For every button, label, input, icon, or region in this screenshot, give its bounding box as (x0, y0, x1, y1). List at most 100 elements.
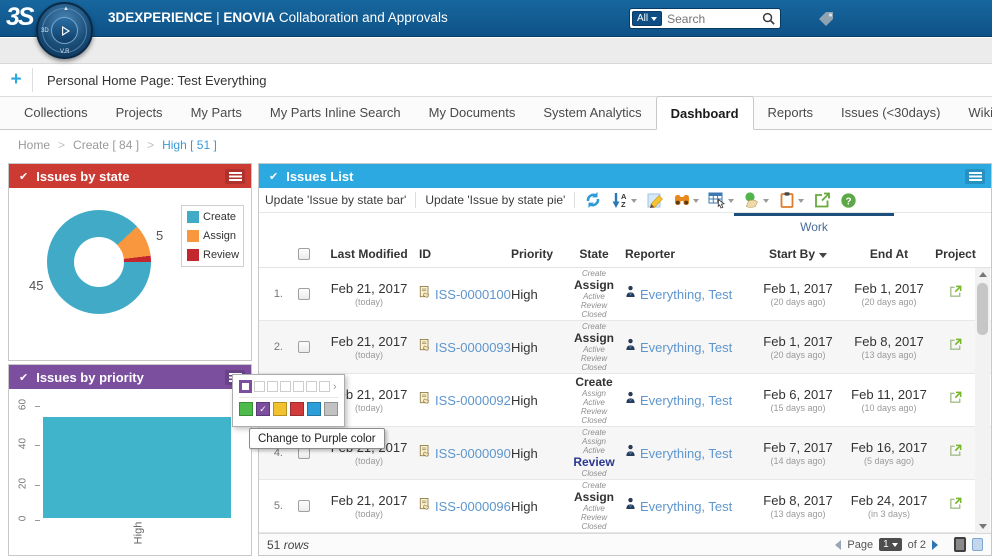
table-row[interactable]: 5.Feb 21, 2017(today)ISS-0000096HighCrea… (259, 480, 991, 533)
header-sub-strip (0, 38, 992, 64)
history-swatch-2[interactable] (267, 381, 278, 392)
reporter-link[interactable]: Everything, Test (640, 446, 732, 461)
issue-id-link[interactable]: ISS-0000096 (435, 499, 511, 514)
export-button[interactable] (813, 191, 831, 209)
history-swatch-4[interactable] (293, 381, 304, 392)
tab-work[interactable]: Work (734, 220, 894, 234)
reporter-link[interactable]: Everything, Test (640, 340, 732, 355)
color-swatch-3[interactable] (290, 402, 304, 416)
history-swatch-3[interactable] (280, 381, 291, 392)
issue-id-link[interactable]: ISS-0000092 (435, 393, 511, 408)
color-swatch-5[interactable] (324, 402, 338, 416)
tab-dashboard[interactable]: Dashboard (656, 96, 754, 130)
column-id[interactable]: ID (419, 247, 511, 261)
column-state[interactable]: State (563, 247, 625, 261)
color-swatch-0[interactable] (239, 402, 253, 416)
check-icon: ✔ (19, 371, 28, 384)
tab-system-analytics[interactable]: System Analytics (529, 96, 655, 129)
update-state-pie-button[interactable]: Update 'Issue by state pie' (425, 193, 565, 207)
open-issue-button[interactable] (948, 496, 963, 516)
table-row[interactable]: 2.Feb 21, 2017(today)ISS-0000093HighCrea… (259, 321, 991, 374)
open-issue-button[interactable] (948, 337, 963, 357)
tab-collections[interactable]: Collections (10, 96, 102, 129)
column-last-modified[interactable]: Last Modified (319, 247, 419, 261)
table-scrollbar[interactable] (975, 268, 990, 533)
reporter-link[interactable]: Everything, Test (640, 287, 732, 302)
panel-menu-icon[interactable] (965, 169, 985, 184)
column-priority[interactable]: Priority (511, 247, 563, 261)
issue-id-link[interactable]: ISS-0000090 (435, 446, 511, 461)
column-project[interactable]: Project (935, 247, 976, 261)
clipboard-icon (778, 191, 796, 209)
table-row[interactable]: 1.Feb 21, 2017(today)ISS-0000100HighCrea… (259, 268, 991, 321)
cell-reporter: Everything, Test (625, 338, 753, 356)
open-issue-button[interactable] (948, 443, 963, 463)
column-end-at[interactable]: End At (843, 247, 935, 261)
assign-button[interactable] (743, 191, 769, 209)
bar-high[interactable] (43, 417, 231, 518)
compass-icon[interactable]: 3D V.R ▲ (36, 2, 93, 59)
tab-issues-30days[interactable]: Issues (<30days) (827, 96, 954, 129)
sort-button[interactable]: A Z (611, 191, 637, 209)
breadcrumb-home[interactable]: Home (18, 138, 50, 152)
breadcrumb-create-84[interactable]: Create [ 84 ] (73, 138, 139, 152)
edit-button[interactable] (646, 191, 664, 209)
open-issue-button[interactable] (948, 390, 963, 410)
tab-my-parts-inline-search[interactable]: My Parts Inline Search (256, 96, 415, 129)
divider (239, 397, 339, 398)
find-button[interactable] (673, 191, 699, 209)
issue-id-link[interactable]: ISS-0000093 (435, 340, 511, 355)
reporter-link[interactable]: Everything, Test (640, 499, 732, 514)
prev-page-icon[interactable] (835, 540, 841, 550)
search-icon[interactable] (761, 11, 776, 26)
panel-menu-icon[interactable] (225, 169, 245, 184)
open-issue-button[interactable] (948, 284, 963, 304)
scroll-up-icon[interactable] (975, 268, 990, 281)
row-checkbox[interactable] (298, 500, 310, 512)
more-colors-chevron-icon[interactable]: › (333, 381, 337, 393)
help-button[interactable]: ? (840, 192, 857, 209)
next-page-icon[interactable] (932, 540, 938, 550)
column-start-by[interactable]: Start By (753, 247, 843, 261)
cell-open-action (935, 496, 976, 516)
legend-label: Create (203, 211, 236, 223)
select-table-button[interactable] (708, 191, 734, 209)
rows-count: 51 rows (267, 538, 309, 552)
scrollbar-thumb[interactable] (977, 283, 988, 335)
tag-icon[interactable] (816, 9, 836, 27)
end-relative: (13 days ago) (843, 350, 935, 360)
color-swatch-4[interactable] (307, 402, 321, 416)
history-swatch-5[interactable] (306, 381, 317, 392)
breadcrumb-high-51[interactable]: High [ 51 ] (162, 138, 217, 152)
row-checkbox[interactable] (298, 288, 310, 300)
table-row[interactable]: 3.Feb 21, 2017(today)ISS-0000092HighCrea… (259, 374, 991, 427)
add-page-button[interactable]: + (0, 69, 32, 91)
clipboard-button[interactable] (778, 191, 804, 209)
tab-reports[interactable]: Reports (754, 96, 828, 129)
tab-my-parts[interactable]: My Parts (177, 96, 256, 129)
history-swatch-6[interactable] (319, 381, 330, 392)
view-toggle-compact-icon[interactable] (972, 538, 983, 551)
column-reporter[interactable]: Reporter (625, 247, 753, 261)
search-input[interactable] (662, 12, 761, 26)
update-state-bar-button[interactable]: Update 'Issue by state bar' (265, 193, 406, 207)
issue-id-link[interactable]: ISS-0000100 (435, 287, 511, 302)
history-swatch-0[interactable] (239, 380, 252, 393)
page-select[interactable]: 1 (879, 538, 902, 551)
view-toggle-expanded-icon[interactable] (954, 537, 966, 552)
cell-id: ISS-0000092 (419, 391, 511, 410)
tab-my-documents[interactable]: My Documents (415, 96, 530, 129)
scroll-down-icon[interactable] (975, 520, 990, 533)
donut-chart[interactable] (47, 210, 151, 314)
compass-play-icon[interactable] (51, 17, 78, 44)
tab-projects[interactable]: Projects (102, 96, 177, 129)
search-scope-dropdown[interactable]: All (632, 11, 662, 26)
select-all-checkbox[interactable] (298, 248, 310, 260)
color-swatch-2[interactable] (273, 402, 287, 416)
refresh-button[interactable] (584, 191, 602, 209)
reporter-link[interactable]: Everything, Test (640, 393, 732, 408)
tab-wiki[interactable]: Wiki (954, 96, 992, 129)
history-swatch-1[interactable] (254, 381, 265, 392)
row-checkbox[interactable] (298, 341, 310, 353)
color-swatch-1[interactable]: ✓ (256, 402, 270, 416)
